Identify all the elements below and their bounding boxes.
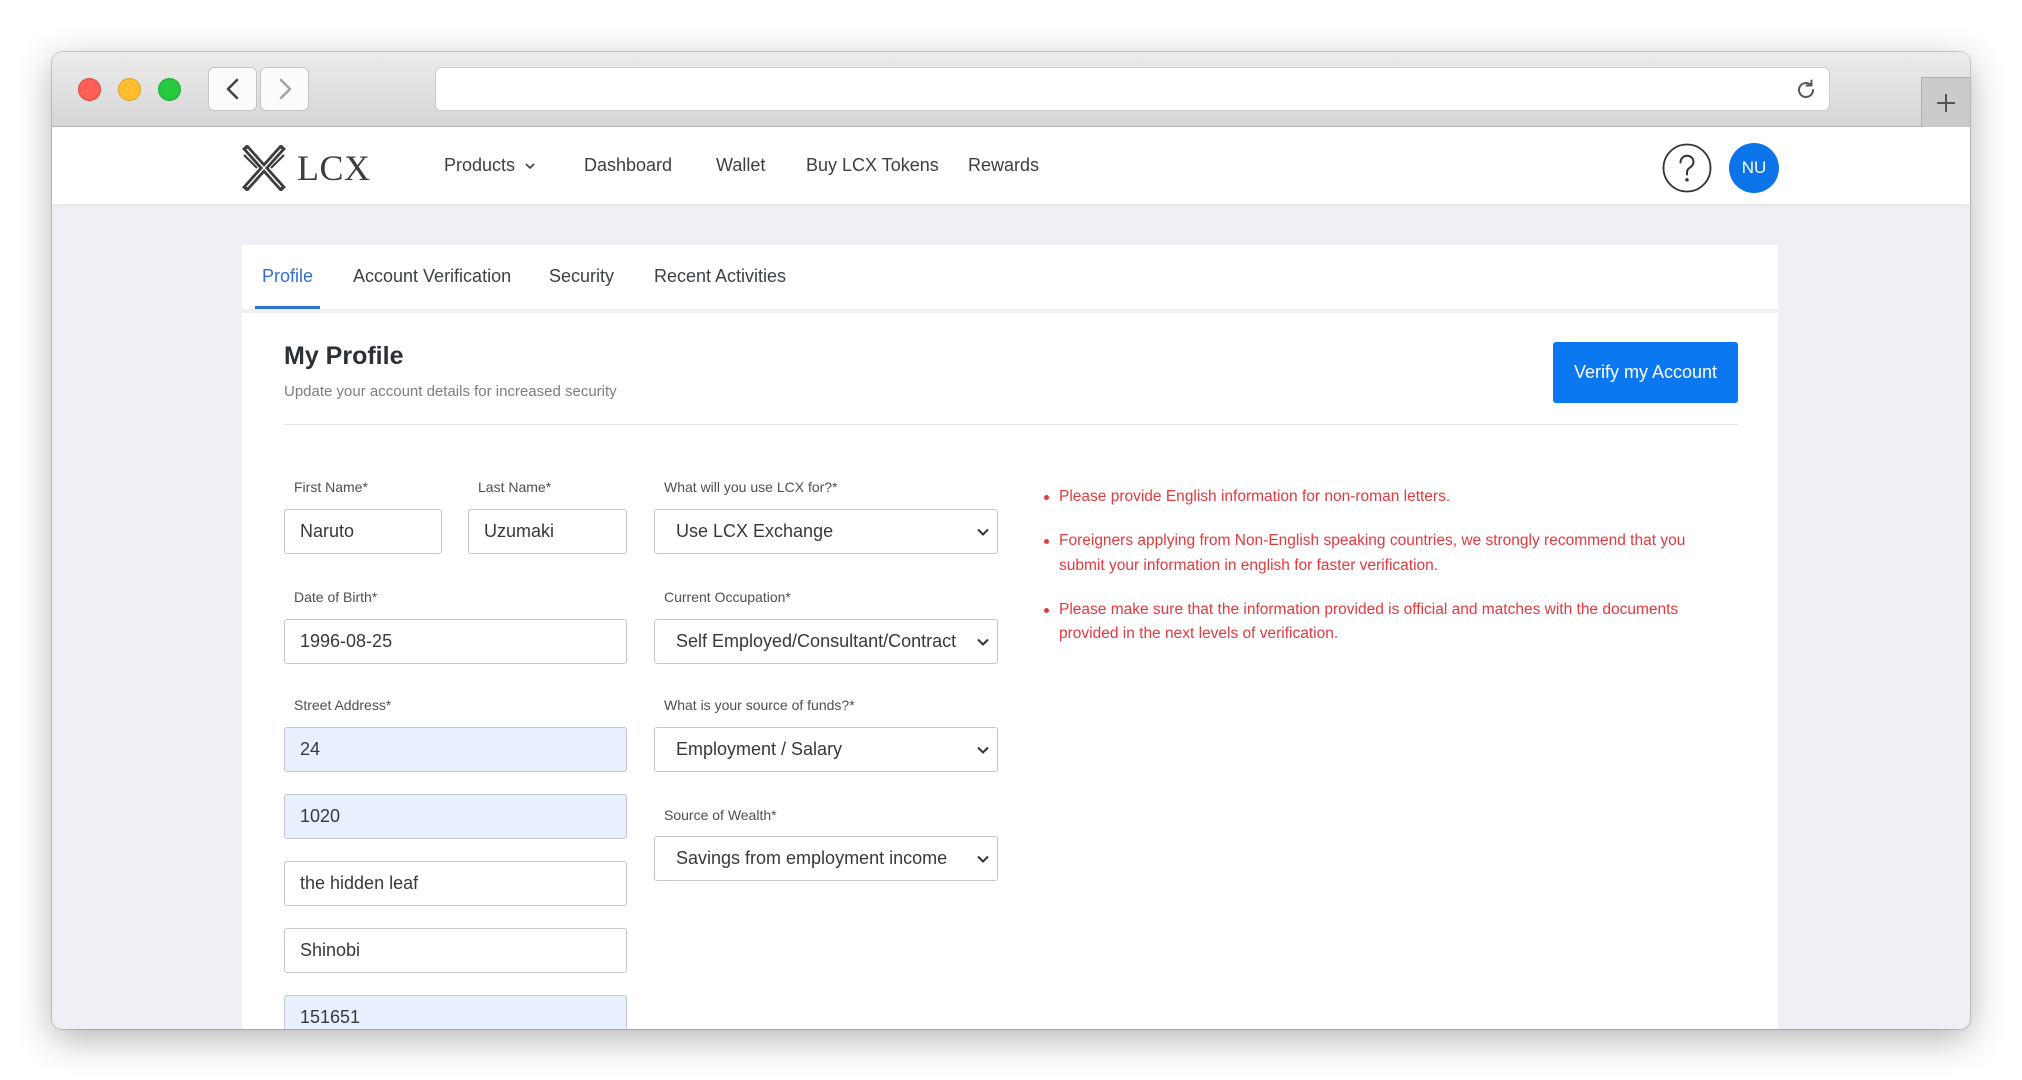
first-name-label: First Name*: [294, 479, 368, 495]
nav-products-label: Products: [444, 155, 516, 175]
use-lcx-for-label: What will you use LCX for?*: [664, 479, 838, 495]
verification-notices: Please provide English information for n…: [1044, 485, 1734, 666]
street-address-line-3[interactable]: [284, 861, 627, 906]
use-lcx-for-select[interactable]: Use LCX Exchange: [654, 509, 998, 554]
notice-text: Please provide English information for n…: [1059, 488, 1451, 505]
profile-content: My Profile Update your account details f…: [242, 313, 1778, 1029]
source-of-funds-value: Employment / Salary: [676, 739, 843, 759]
lcx-logo-icon[interactable]: [242, 145, 286, 191]
user-avatar[interactable]: NU: [1729, 143, 1779, 193]
notice-text: Please make sure that the information pr…: [1059, 600, 1679, 643]
chevron-left-icon: [226, 78, 238, 100]
street-address-line-1[interactable]: [284, 727, 627, 772]
chevron-down-icon: [977, 638, 989, 646]
minimize-window-button[interactable]: [118, 78, 141, 101]
new-tab-button[interactable]: [1921, 77, 1970, 127]
notice-item: Please provide English information for n…: [1044, 485, 1734, 510]
chevron-down-icon: [977, 855, 989, 863]
nav-buy-lcx-tokens-label: Buy LCX Tokens: [806, 155, 939, 175]
nav-dashboard-label: Dashboard: [584, 155, 673, 175]
source-of-funds-select[interactable]: Employment / Salary: [654, 727, 998, 772]
plus-icon: [1937, 93, 1955, 112]
nav-buy-lcx-tokens[interactable]: Buy LCX Tokens: [806, 127, 939, 204]
profile-tabs: Profile Account Verification Security Re…: [242, 245, 1778, 309]
nav-dashboard[interactable]: Dashboard: [584, 127, 672, 204]
chevron-down-icon: [977, 528, 989, 536]
logo-text[interactable]: LCX: [297, 145, 371, 191]
divider: [284, 424, 1738, 425]
back-button[interactable]: [208, 67, 257, 111]
nav-rewards[interactable]: Rewards: [968, 127, 1039, 204]
nav-wallet[interactable]: Wallet: [716, 127, 765, 204]
tab-recent-activities[interactable]: Recent Activities: [647, 245, 793, 309]
chevron-right-icon: [279, 78, 291, 100]
page-subtitle: Update your account details for increase…: [284, 383, 617, 400]
page-title: My Profile: [284, 342, 404, 370]
street-address-label: Street Address*: [294, 697, 392, 713]
tab-profile[interactable]: Profile: [255, 245, 321, 309]
street-address-line-4[interactable]: [284, 928, 627, 973]
forward-button[interactable]: [260, 67, 309, 111]
close-window-button[interactable]: [78, 78, 101, 101]
verify-account-button[interactable]: Verify my Account: [1553, 342, 1738, 403]
occupation-select[interactable]: Self Employed/Consultant/Contract: [654, 619, 998, 664]
occupation-label: Current Occupation*: [664, 589, 791, 605]
nav-products[interactable]: Products: [444, 127, 535, 204]
date-of-birth-input[interactable]: [284, 619, 627, 664]
source-of-wealth-label: Source of Wealth*: [664, 807, 777, 823]
tab-account-verification[interactable]: Account Verification: [346, 245, 518, 309]
source-of-wealth-select[interactable]: Savings from employment income: [654, 836, 998, 881]
first-name-input[interactable]: [284, 509, 442, 554]
chevron-down-icon: [977, 746, 989, 754]
reload-icon[interactable]: [1794, 78, 1818, 102]
nav-rewards-label: Rewards: [968, 155, 1040, 175]
bullet-icon: [1044, 495, 1049, 500]
occupation-value: Self Employed/Consultant/Contract: [676, 631, 957, 651]
chevron-down-icon: [525, 162, 535, 169]
tab-security[interactable]: Security: [542, 245, 621, 309]
source-of-funds-label: What is your source of funds?*: [664, 697, 855, 713]
bullet-icon: [1044, 539, 1049, 544]
bullet-icon: [1044, 607, 1049, 613]
use-lcx-for-value: Use LCX Exchange: [676, 521, 834, 541]
street-address-line-5[interactable]: [284, 995, 627, 1029]
site-header: LCX Products Dashboard Wallet Buy LCX To…: [52, 127, 1970, 204]
browser-window: LCX Products Dashboard Wallet Buy LCX To…: [52, 52, 1970, 1029]
profile-card: Profile Account Verification Security Re…: [242, 245, 1778, 1029]
nav-wallet-label: Wallet: [716, 155, 766, 175]
last-name-label: Last Name*: [478, 479, 552, 495]
notice-text: Foreigners applying from Non-English spe…: [1059, 532, 1686, 574]
last-name-input[interactable]: [468, 509, 627, 554]
notice-item: Foreigners applying from Non-English spe…: [1044, 529, 1734, 578]
browser-titlebar: [52, 52, 1970, 127]
question-circle-icon[interactable]: [1662, 143, 1712, 193]
date-of-birth-label: Date of Birth*: [294, 589, 378, 605]
notice-item: Please make sure that the information pr…: [1044, 598, 1734, 647]
zoom-window-button[interactable]: [158, 78, 181, 101]
street-address-line-2[interactable]: [284, 794, 627, 839]
address-bar[interactable]: [435, 67, 1830, 111]
source-of-wealth-value: Savings from employment income: [676, 848, 948, 868]
